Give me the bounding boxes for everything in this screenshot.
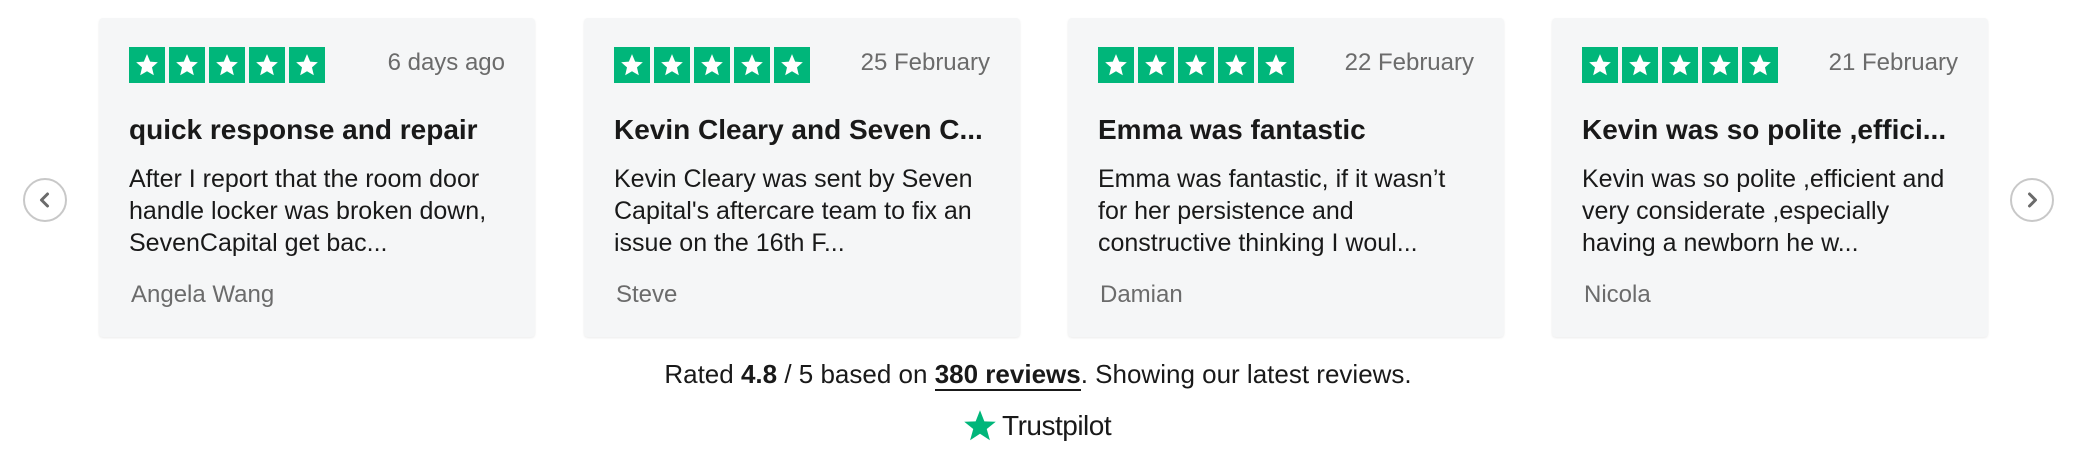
review-card[interactable]: 21 February Kevin was so polite ,effici.… — [1552, 18, 1988, 337]
review-date: 22 February — [1344, 49, 1474, 76]
review-card[interactable]: 6 days ago quick response and repair Aft… — [99, 18, 535, 337]
star-icon — [1702, 47, 1738, 83]
star-icon — [1742, 47, 1778, 83]
summary-suffix: . Showing our latest reviews. — [1080, 359, 1412, 389]
star-icon — [1622, 47, 1658, 83]
review-card[interactable]: 22 February Emma was fantastic Emma was … — [1068, 18, 1504, 337]
star-rating — [1098, 47, 1294, 83]
review-body: Kevin Cleary was sent by Seven Capital's… — [614, 165, 973, 257]
star-icon — [694, 47, 730, 83]
star-icon — [209, 47, 245, 83]
brand-name: Trustpilot — [1002, 410, 1112, 441]
previous-arrow-button[interactable] — [23, 178, 67, 222]
star-icon — [249, 47, 285, 83]
review-body: After I report that the room door handle… — [129, 165, 487, 257]
review-date: 21 February — [1828, 49, 1958, 76]
chevron-right-icon — [2028, 192, 2037, 208]
star-rating — [614, 47, 810, 83]
star-rating — [129, 47, 325, 83]
review-card[interactable]: 25 February Kevin Cleary and Seven C... … — [584, 18, 1020, 337]
summary-scale: / 5 based on — [784, 359, 928, 389]
review-author: Nicola — [1584, 281, 1651, 308]
star-icon — [1138, 47, 1174, 83]
star-rating — [1582, 47, 1778, 83]
star-icon — [169, 47, 205, 83]
review-title: quick response and repair — [129, 114, 478, 145]
trustpilot-star-icon — [964, 410, 996, 441]
star-icon — [1582, 47, 1618, 83]
star-icon — [1218, 47, 1254, 83]
review-author: Steve — [616, 281, 678, 308]
review-title: Kevin was so polite ,effici... — [1582, 114, 1947, 145]
review-date: 25 February — [860, 49, 990, 76]
star-icon — [1178, 47, 1214, 83]
rating-score: 4.8 — [740, 359, 778, 389]
review-date: 6 days ago — [387, 49, 505, 76]
star-icon — [1662, 47, 1698, 83]
star-icon — [1258, 47, 1294, 83]
star-icon — [734, 47, 770, 83]
next-arrow-button[interactable] — [2010, 178, 2054, 222]
review-body: Kevin was so polite ,efficient and very … — [1582, 165, 1945, 257]
chevron-left-icon — [40, 192, 49, 208]
summary-prefix: Rated — [664, 359, 734, 389]
star-icon — [654, 47, 690, 83]
star-icon — [129, 47, 165, 83]
reviews-count-link[interactable]: 380 reviews — [934, 359, 1081, 391]
star-icon — [1098, 47, 1134, 83]
star-icon — [614, 47, 650, 83]
star-icon — [774, 47, 810, 83]
review-title: Emma was fantastic — [1098, 114, 1366, 145]
review-body: Emma was fantastic, if it wasn’t for her… — [1098, 165, 1446, 257]
star-icon — [289, 47, 325, 83]
rating-summary: Rated 4.8 / 5 based on 380 reviews. Show… — [0, 359, 2076, 391]
review-title: Kevin Cleary and Seven C... — [614, 114, 983, 145]
review-author: Damian — [1100, 281, 1183, 308]
review-author: Angela Wang — [131, 281, 275, 308]
trustpilot-logo[interactable]: Trustpilot — [962, 408, 1112, 444]
